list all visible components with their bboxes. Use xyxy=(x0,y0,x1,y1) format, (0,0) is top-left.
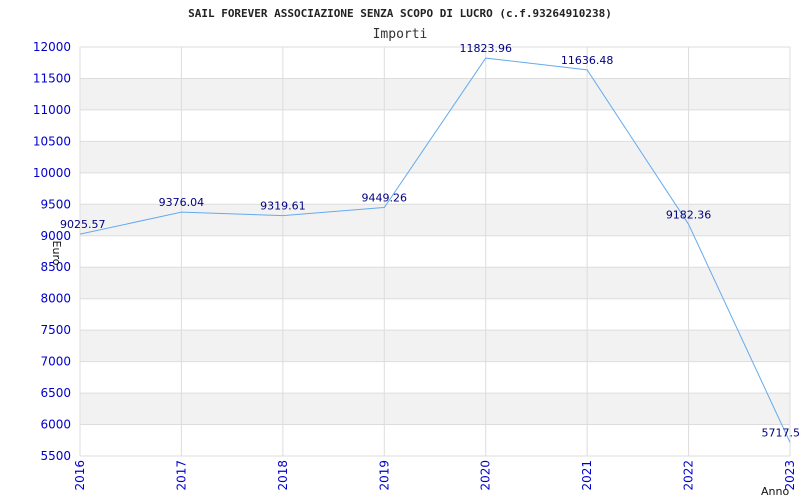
y-tick-label: 10500 xyxy=(33,134,71,148)
data-label: 9376.04 xyxy=(159,196,205,209)
data-label: 9319.61 xyxy=(260,200,306,213)
x-axis-label: Anno xyxy=(761,485,789,498)
y-tick-label: 10000 xyxy=(33,166,71,180)
data-label: 11823.96 xyxy=(459,42,512,55)
line-chart: SAIL FOREVER ASSOCIAZIONE SENZA SCOPO DI… xyxy=(33,7,800,498)
data-label: 9025.57 xyxy=(60,218,106,231)
y-tick-label: 6000 xyxy=(40,418,71,432)
grid-band xyxy=(80,330,790,362)
y-tick-label: 5500 xyxy=(40,449,71,463)
x-tick-label: 2019 xyxy=(377,460,391,491)
data-label: 5717.5 xyxy=(762,426,800,439)
data-label: 9182.36 xyxy=(666,208,712,221)
y-tick-label: 7000 xyxy=(40,355,71,369)
y-tick-label: 11500 xyxy=(33,71,71,85)
x-tick-label: 2020 xyxy=(479,460,493,491)
y-tick-label: 9500 xyxy=(40,197,71,211)
y-tick-label: 11000 xyxy=(33,103,71,117)
grid-bands xyxy=(80,78,790,425)
data-label: 11636.48 xyxy=(561,54,614,67)
series-line xyxy=(79,57,791,443)
y-tick-label: 7500 xyxy=(40,323,71,337)
x-tick-label: 2017 xyxy=(174,460,188,491)
grid-band xyxy=(80,267,790,299)
y-axis-label: Euro xyxy=(50,241,63,266)
x-tick-label: 2018 xyxy=(276,460,290,491)
grid-band xyxy=(80,78,790,110)
chart-title: SAIL FOREVER ASSOCIAZIONE SENZA SCOPO DI… xyxy=(188,7,612,20)
chart-subtitle: Importi xyxy=(373,27,428,42)
x-axis-ticks: 2016 2017 2018 2019 2020 2021 2022 2023 xyxy=(73,460,797,491)
data-label: 9449.26 xyxy=(362,192,408,205)
data-series xyxy=(79,57,791,443)
y-tick-label: 12000 xyxy=(33,40,71,54)
x-tick-label: 2022 xyxy=(682,460,696,491)
y-tick-label: 8000 xyxy=(40,292,71,306)
x-tick-label: 2016 xyxy=(73,460,87,491)
grid-band xyxy=(80,141,790,173)
x-tick-label: 2021 xyxy=(580,460,594,491)
grid-band xyxy=(80,393,790,425)
y-tick-label: 6500 xyxy=(40,386,71,400)
